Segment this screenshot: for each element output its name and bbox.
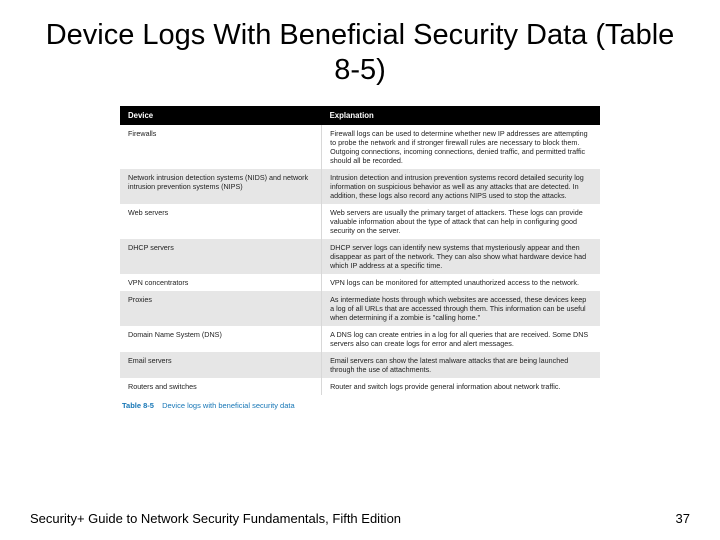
cell-explanation: DHCP server logs can identify new system… [322, 239, 600, 274]
cell-explanation: Web servers are usually the primary targ… [322, 204, 600, 239]
cell-device: Routers and switches [120, 378, 322, 395]
table-row: Network intrusion detection systems (NID… [120, 169, 600, 204]
table-row: Proxies As intermediate hosts through wh… [120, 291, 600, 326]
table-row: DHCP servers DHCP server logs can identi… [120, 239, 600, 274]
cell-explanation: Firewall logs can be used to determine w… [322, 125, 600, 169]
caption-text: Device logs with beneficial security dat… [162, 401, 295, 410]
slide-title: Device Logs With Beneficial Security Dat… [0, 0, 720, 98]
table-header-device: Device [120, 106, 322, 126]
cell-explanation: Router and switch logs provide general i… [322, 378, 600, 395]
cell-device: VPN concentrators [120, 274, 322, 291]
caption-label: Table 8-5 [122, 401, 154, 410]
device-logs-table: Device Explanation Firewalls Firewall lo… [120, 106, 600, 396]
slide-footer: Security+ Guide to Network Security Fund… [30, 511, 690, 526]
cell-explanation: Email servers can show the latest malwar… [322, 352, 600, 378]
table-row: Web servers Web servers are usually the … [120, 204, 600, 239]
cell-device: Web servers [120, 204, 322, 239]
cell-device: DHCP servers [120, 239, 322, 274]
cell-device: Proxies [120, 291, 322, 326]
table-caption: Table 8-5 Device logs with beneficial se… [120, 395, 600, 410]
table-header-explanation: Explanation [322, 106, 600, 126]
cell-device: Network intrusion detection systems (NID… [120, 169, 322, 204]
page-number: 37 [676, 511, 690, 526]
cell-explanation: As intermediate hosts through which webs… [322, 291, 600, 326]
cell-explanation: Intrusion detection and intrusion preven… [322, 169, 600, 204]
table-row: Firewalls Firewall logs can be used to d… [120, 125, 600, 169]
table-row: Email servers Email servers can show the… [120, 352, 600, 378]
table-container: Device Explanation Firewalls Firewall lo… [120, 106, 600, 411]
cell-explanation: A DNS log can create entries in a log fo… [322, 326, 600, 352]
table-row: Domain Name System (DNS) A DNS log can c… [120, 326, 600, 352]
cell-explanation: VPN logs can be monitored for attempted … [322, 274, 600, 291]
cell-device: Email servers [120, 352, 322, 378]
table-row: VPN concentrators VPN logs can be monito… [120, 274, 600, 291]
footer-text-left: Security+ Guide to Network Security Fund… [30, 511, 401, 526]
table-row: Routers and switches Router and switch l… [120, 378, 600, 395]
cell-device: Firewalls [120, 125, 322, 169]
cell-device: Domain Name System (DNS) [120, 326, 322, 352]
